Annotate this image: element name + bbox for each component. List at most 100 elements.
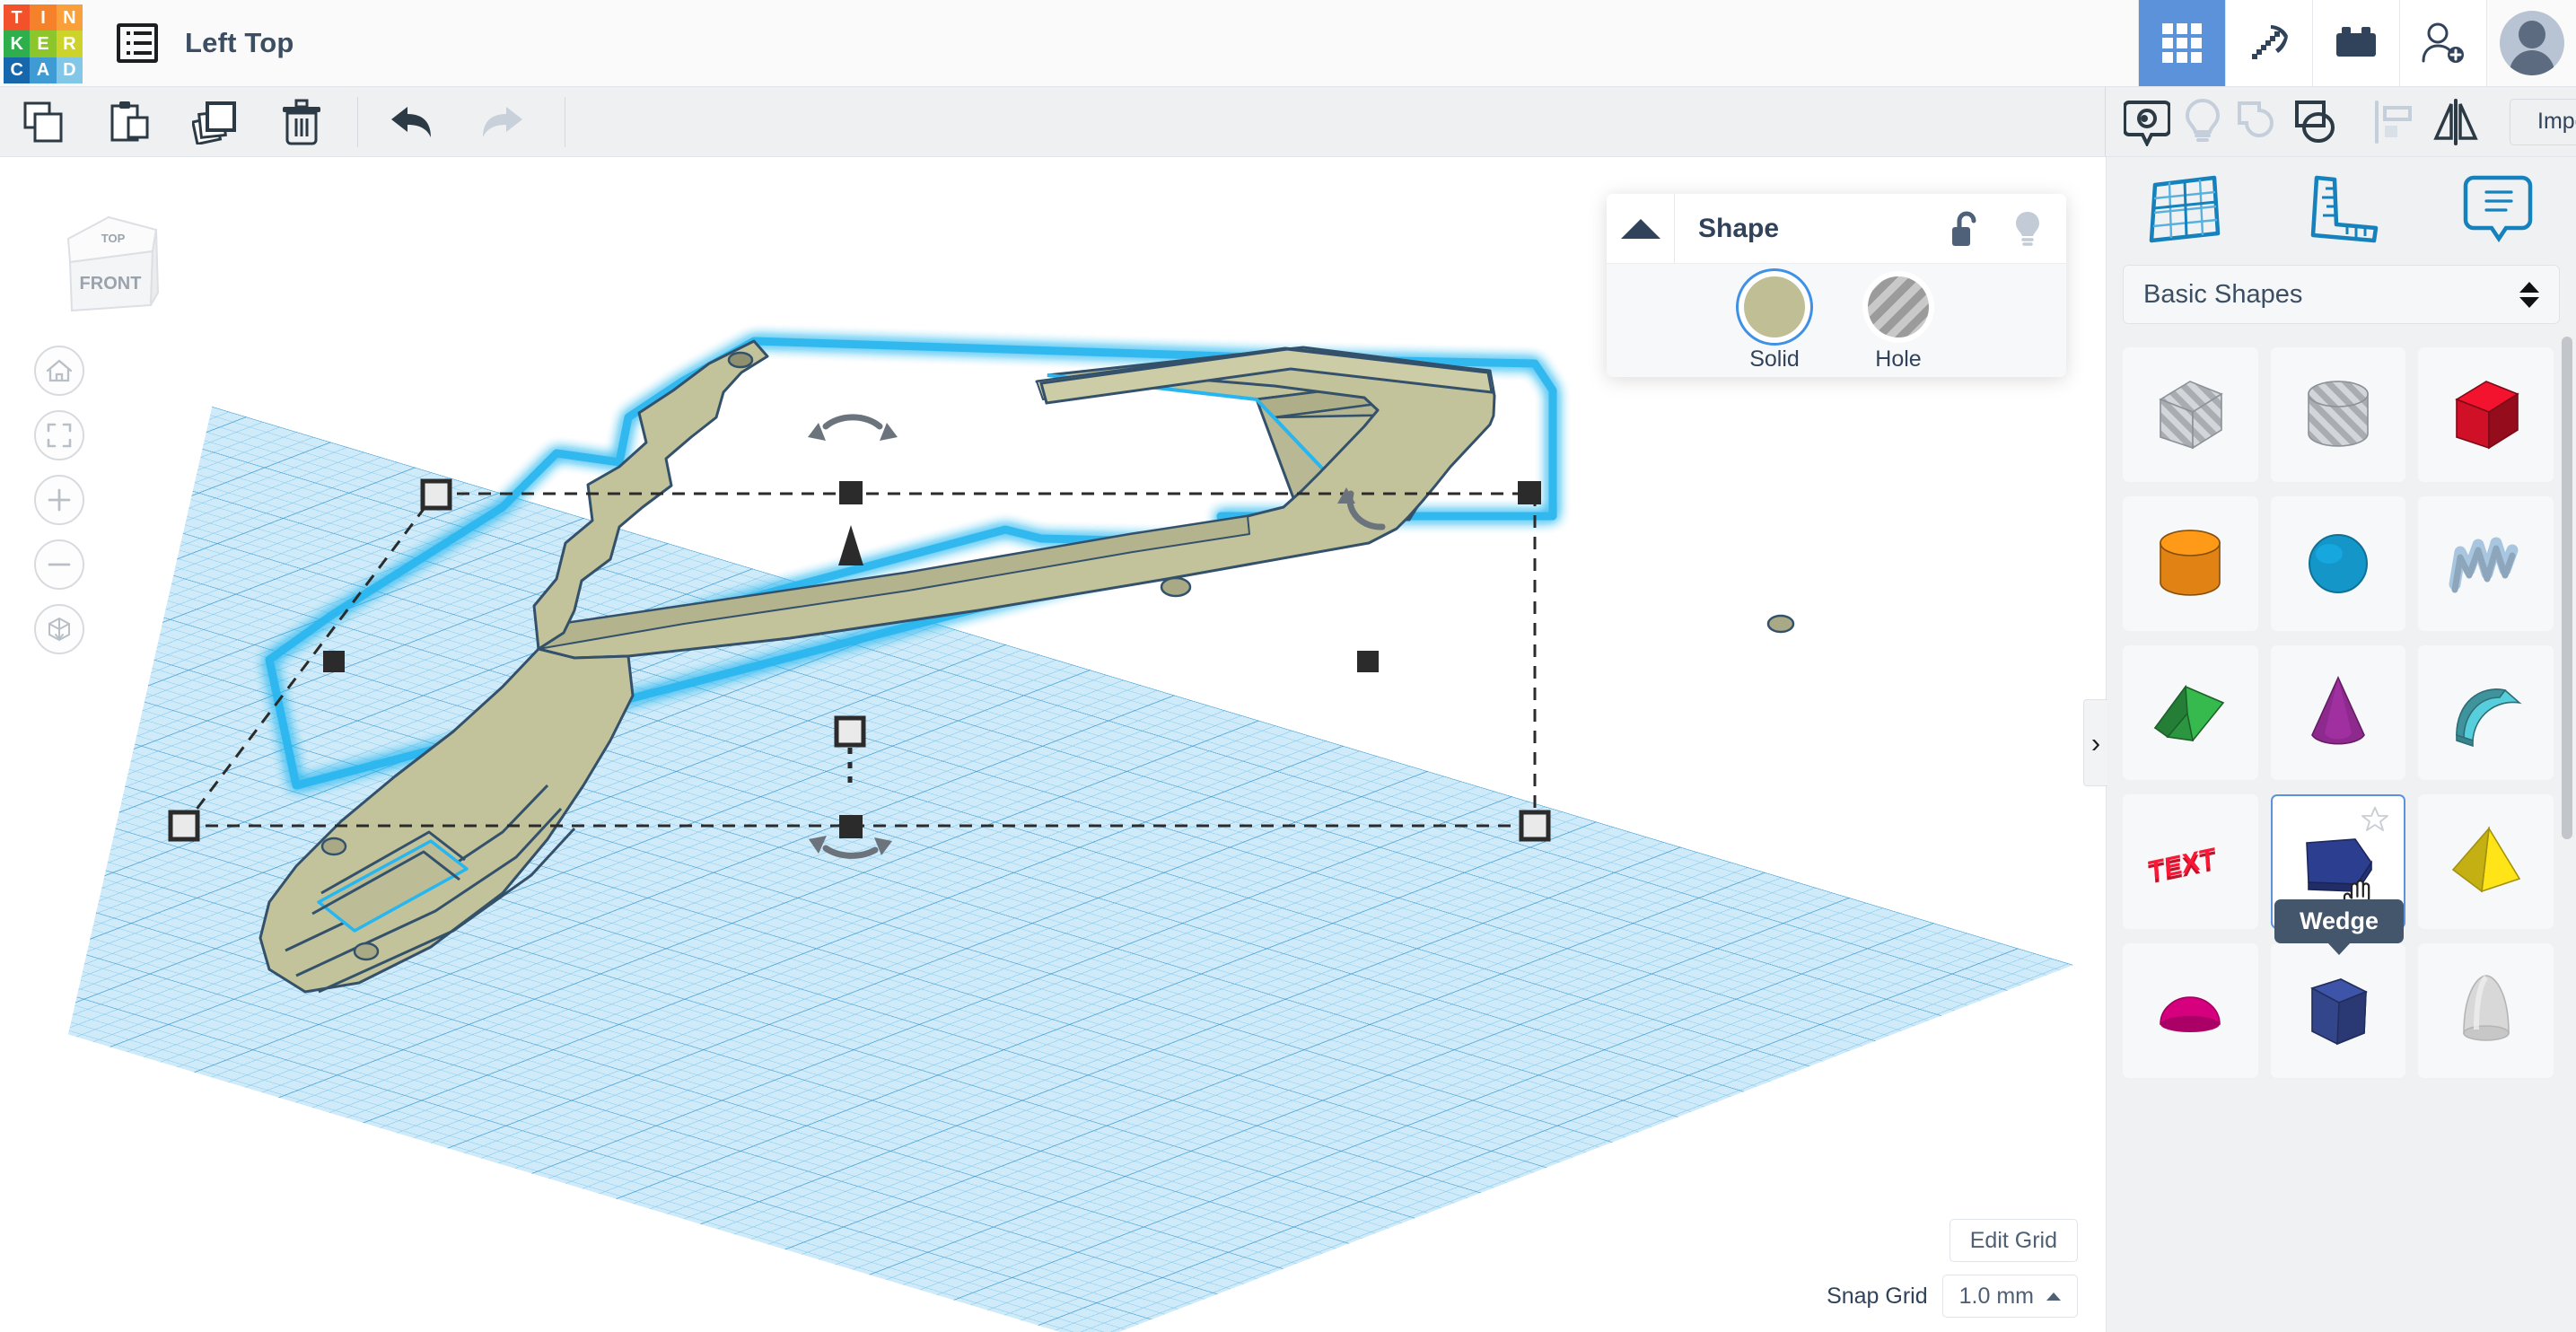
avatar xyxy=(2500,11,2564,75)
group-icon xyxy=(2235,99,2280,145)
duplicate-button[interactable] xyxy=(172,87,258,157)
shape-item-polygon[interactable] xyxy=(2271,943,2406,1078)
duplicate-icon xyxy=(192,100,239,145)
resize-handle-corner xyxy=(1518,481,1541,504)
note-icon xyxy=(2124,98,2170,146)
snap-grid-row: Snap Grid 1.0 mm xyxy=(1827,1275,2078,1318)
logo-tile-e: E xyxy=(30,31,56,57)
chevron-down-icon xyxy=(2519,297,2539,308)
tinkercad-logo[interactable]: TINKERCAD xyxy=(4,4,83,83)
solid-option[interactable]: Solid xyxy=(1744,276,1805,377)
view-cube-top-label: TOP xyxy=(101,232,126,245)
workplane-icon xyxy=(2144,169,2225,246)
minus-icon xyxy=(46,551,73,578)
redo-button xyxy=(457,87,543,157)
add-user-icon xyxy=(2420,22,2466,65)
ungroup-icon xyxy=(2292,99,2339,145)
hole-swatch xyxy=(1868,276,1929,337)
shape-item-cylinder-hole[interactable] xyxy=(2271,347,2406,482)
shape-item-sphere[interactable] xyxy=(2271,496,2406,631)
shape-gallery-scrollbar[interactable] xyxy=(2562,337,2572,839)
edit-grid-button[interactable]: Edit Grid xyxy=(1950,1219,2078,1262)
shape-gallery: TEXT TEXT xyxy=(2107,333,2576,1332)
home-icon xyxy=(46,358,73,383)
shape-tooltip: Wedge xyxy=(2274,899,2404,943)
triangle-up-icon xyxy=(1621,219,1660,239)
panel-collapse-button[interactable]: › xyxy=(2083,699,2107,786)
lightbulb-icon xyxy=(2183,98,2222,146)
group-button xyxy=(2235,87,2280,157)
logo-tile-k: K xyxy=(4,31,30,57)
shape-item-round-roof[interactable] xyxy=(2418,645,2554,780)
unlock-icon[interactable] xyxy=(1950,209,1982,249)
notes-button[interactable] xyxy=(2124,87,2170,157)
logo-tile-d: D xyxy=(57,57,83,83)
solid-swatch xyxy=(1744,276,1805,337)
shape-item-half-sphere[interactable] xyxy=(2123,943,2258,1078)
shape-item-box-hole[interactable] xyxy=(2123,347,2258,482)
pickaxe-icon xyxy=(2247,22,2291,65)
blocks-grid-icon xyxy=(2162,23,2202,63)
shape-item-cone[interactable] xyxy=(2271,645,2406,780)
copy-button[interactable] xyxy=(0,87,86,157)
shape-item-cylinder[interactable] xyxy=(2123,496,2258,631)
undo-button[interactable] xyxy=(371,87,457,157)
tab-minecraft[interactable] xyxy=(2225,0,2312,86)
shape-panel-collapse-button[interactable] xyxy=(1607,194,1675,263)
shape-panel-title: Shape xyxy=(1698,214,1779,244)
shape-item-scribble[interactable] xyxy=(2418,496,2554,631)
logo-tile-r: R xyxy=(57,31,83,57)
fit-view-icon xyxy=(46,422,73,449)
home-view-button[interactable] xyxy=(34,346,84,396)
lego-brick-icon xyxy=(2335,25,2378,61)
solid-label: Solid xyxy=(1749,346,1800,372)
shape-item-pyramid[interactable] xyxy=(2418,794,2554,929)
workplane-button[interactable] xyxy=(2107,157,2263,258)
shape-item-paraboloid[interactable] xyxy=(2418,943,2554,1078)
logo-tile-i: I xyxy=(30,4,56,31)
view-cube-front-label: FRONT xyxy=(80,274,142,294)
tab-3d-design[interactable] xyxy=(2138,0,2225,86)
project-list-icon[interactable] xyxy=(117,23,158,63)
zoom-in-button[interactable] xyxy=(34,475,84,525)
note-button[interactable] xyxy=(2420,157,2576,258)
import-button[interactable]: Import xyxy=(2510,99,2576,145)
resize-handle-edge xyxy=(1357,651,1379,672)
favorite-star-icon[interactable] xyxy=(2361,805,2389,834)
shape-item-box[interactable] xyxy=(2418,347,2554,482)
logo-tile-n: N xyxy=(57,4,83,31)
logo-tile-a: A xyxy=(30,57,56,83)
view-cube[interactable]: TOP FRONT xyxy=(43,206,178,323)
spinner-icon xyxy=(2519,282,2539,308)
top-bar: TINKERCAD Left Top xyxy=(0,0,2576,87)
account-avatar-button[interactable] xyxy=(2486,0,2576,86)
ungroup-button[interactable] xyxy=(2292,87,2339,157)
shape-library-value: Basic Shapes xyxy=(2143,280,2302,310)
undo-icon xyxy=(388,101,440,143)
zoom-out-button[interactable] xyxy=(34,539,84,590)
mirror-button[interactable] xyxy=(2431,87,2481,157)
ruler-button[interactable] xyxy=(2263,157,2419,258)
shape-library-select[interactable]: Basic Shapes xyxy=(2123,265,2560,324)
height-handle xyxy=(838,525,863,565)
paste-button[interactable] xyxy=(86,87,172,157)
shape-item-roof[interactable] xyxy=(2123,645,2258,780)
toolbar-divider xyxy=(357,97,358,147)
snap-grid-select[interactable]: 1.0 mm xyxy=(1942,1275,2078,1318)
model-frame xyxy=(1047,347,1493,520)
tab-bricks[interactable] xyxy=(2312,0,2399,86)
invite-button[interactable] xyxy=(2399,0,2486,86)
copy-icon xyxy=(21,100,66,145)
panel-mode-icons xyxy=(2107,157,2576,258)
delete-button[interactable] xyxy=(258,87,345,157)
logo-tile-c: C xyxy=(4,57,30,83)
lightbulb-icon[interactable] xyxy=(2012,209,2043,249)
fit-to-view-button[interactable] xyxy=(34,410,84,460)
shape-item-text[interactable]: TEXT TEXT xyxy=(2123,794,2258,929)
hole-option[interactable]: Hole xyxy=(1868,276,1929,377)
note-icon xyxy=(2458,169,2538,246)
rotate-z-handle xyxy=(826,417,880,426)
snap-grid-label: Snap Grid xyxy=(1827,1284,1928,1310)
ortho-perspective-button[interactable] xyxy=(34,604,84,654)
top-bar-actions xyxy=(2138,0,2576,86)
